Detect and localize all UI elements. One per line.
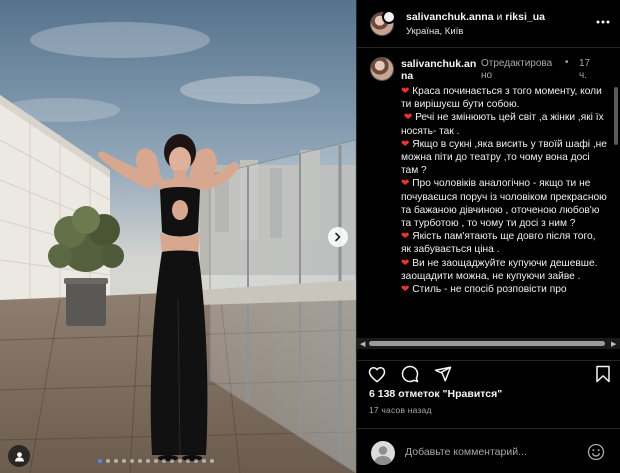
post-header: salivanchuk.anna и riksi_ua Україна, Киї… <box>357 0 620 48</box>
heart-emoji: ❤ <box>401 86 410 97</box>
caption-horizontal-scrollbar[interactable]: ◀ ▶ <box>357 338 620 349</box>
username-connector: и <box>496 11 503 23</box>
caption-paragraph: ❤ Про чоловіків аналогічно - якщо ти не … <box>401 177 607 230</box>
caption-paragraph: ❤ Ви не заощаджуйте купуючи дешевше. зао… <box>401 257 607 283</box>
heart-emoji: ❤ <box>403 112 413 124</box>
tagged-users-button[interactable] <box>8 445 30 467</box>
carousel-dot <box>210 459 214 463</box>
heart-emoji: ❤ <box>401 178 410 190</box>
more-options-button[interactable] <box>593 12 613 32</box>
comment-bar <box>357 428 620 473</box>
carousel-dot <box>154 459 158 463</box>
comment-icon <box>401 365 419 383</box>
caption-paragraph: ❤ Речі не змінюють цей світ ,а жінки ,як… <box>401 111 607 137</box>
carousel-dot <box>138 459 142 463</box>
carousel-dot <box>122 459 126 463</box>
comment-button[interactable] <box>399 363 421 385</box>
comment-input[interactable] <box>405 443 580 461</box>
post-location[interactable]: Україна, Київ <box>406 26 463 37</box>
post-panel: salivanchuk.anna и riksi_ua Україна, Киї… <box>356 0 620 473</box>
bookmark-icon <box>596 365 610 383</box>
heart-emoji: ❤ <box>401 138 410 150</box>
caption-paragraph-text: Краса починається з того моменту, коли т… <box>401 86 602 111</box>
user-icon <box>14 451 24 462</box>
current-user-avatar <box>371 441 395 465</box>
caption-paragraph: ❤ Якщо в сукні ,яка висить у твоїй шафі … <box>401 138 607 178</box>
likes-count[interactable]: 6 138 отметок "Нравится" <box>369 388 502 400</box>
caption-vertical-scrollbar[interactable] <box>614 87 618 145</box>
caption-separator: • <box>565 57 569 68</box>
heart-icon <box>368 366 386 382</box>
heart-emoji: ❤ <box>401 284 410 296</box>
save-button[interactable] <box>592 363 614 385</box>
heart-emoji: ❤ <box>401 231 410 243</box>
carousel-dot <box>186 459 190 463</box>
scrollbar-thumb[interactable] <box>369 341 605 346</box>
carousel-dot <box>202 459 206 463</box>
emoji-icon <box>587 443 605 461</box>
caption-section[interactable]: salivanchuk.an na Отредактирова но • 17 … <box>357 49 620 340</box>
carousel-dot <box>146 459 150 463</box>
caption-paragraph-text: Про чоловіків аналогічно - якщо ти не по… <box>401 178 607 230</box>
caption-author-avatar[interactable] <box>370 57 394 81</box>
scroll-left-icon[interactable]: ◀ <box>360 340 365 348</box>
heart-emoji: ❤ <box>401 257 410 269</box>
caption-time[interactable]: 17 ч. <box>579 58 595 82</box>
like-button[interactable] <box>366 363 388 385</box>
user-icon <box>374 446 392 465</box>
post-actions <box>357 360 620 384</box>
photo-scene <box>0 0 356 473</box>
edited-label: Отредактирова но <box>481 58 559 82</box>
caption-paragraph: ❤ Краса починається з того моменту, коли… <box>401 85 607 111</box>
caption-text: ❤ Краса починається з того моменту, коли… <box>401 85 607 296</box>
emoji-button[interactable] <box>586 442 606 462</box>
caption-username[interactable]: salivanchuk.an na <box>401 58 479 82</box>
carousel-dot <box>106 459 110 463</box>
caption-paragraph-text: Стиль - не спосіб розповісти про <box>412 284 567 296</box>
caption-paragraph-text: Ви не заощаджуйте купуючи дешевше. заоща… <box>401 257 598 282</box>
caption-username-line1: salivanchuk.an <box>401 58 477 70</box>
next-slide-button[interactable] <box>328 227 348 247</box>
header-usernames: salivanchuk.anna и riksi_ua <box>406 11 545 23</box>
caption-time-line2: ч. <box>579 70 587 81</box>
carousel-dot <box>98 459 102 463</box>
carousel-dot <box>170 459 174 463</box>
edited-label-line1: Отредактирова <box>481 58 553 69</box>
carousel-dot <box>114 459 118 463</box>
coauthor-avatar[interactable] <box>382 10 396 24</box>
caption-paragraph: ❤ Якість пам'ятають ще довго після того,… <box>401 230 607 256</box>
share-button[interactable] <box>432 363 454 385</box>
chevron-right-icon <box>335 232 341 242</box>
post-time-ago[interactable]: 17 часов назад <box>369 405 432 415</box>
carousel-dot <box>130 459 134 463</box>
carousel-indicator <box>98 459 214 463</box>
caption-username-line2: na <box>401 70 414 82</box>
carousel-dot <box>178 459 182 463</box>
caption-paragraph: ❤ Стиль - не спосіб розповісти про <box>401 283 607 296</box>
post-photo[interactable] <box>0 0 356 473</box>
share-icon <box>434 366 452 382</box>
caption-time-line1: 17 <box>579 58 591 69</box>
carousel-dot <box>162 459 166 463</box>
caption-paragraph-text: Якщо в сукні ,яка висить у твоїй шафі ,н… <box>401 138 607 177</box>
caption-paragraph-text: Якість пам'ятають ще довго після того, я… <box>401 231 596 256</box>
more-icon <box>596 20 610 24</box>
coauthor-username[interactable]: riksi_ua <box>505 11 545 23</box>
caption-paragraph-text: Речі не змінюють цей світ ,а жінки ,які … <box>401 112 604 137</box>
edited-label-line2: но <box>481 70 493 81</box>
author-username[interactable]: salivanchuk.anna <box>406 11 494 23</box>
scroll-right-icon[interactable]: ▶ <box>611 340 616 348</box>
carousel-dot <box>194 459 198 463</box>
